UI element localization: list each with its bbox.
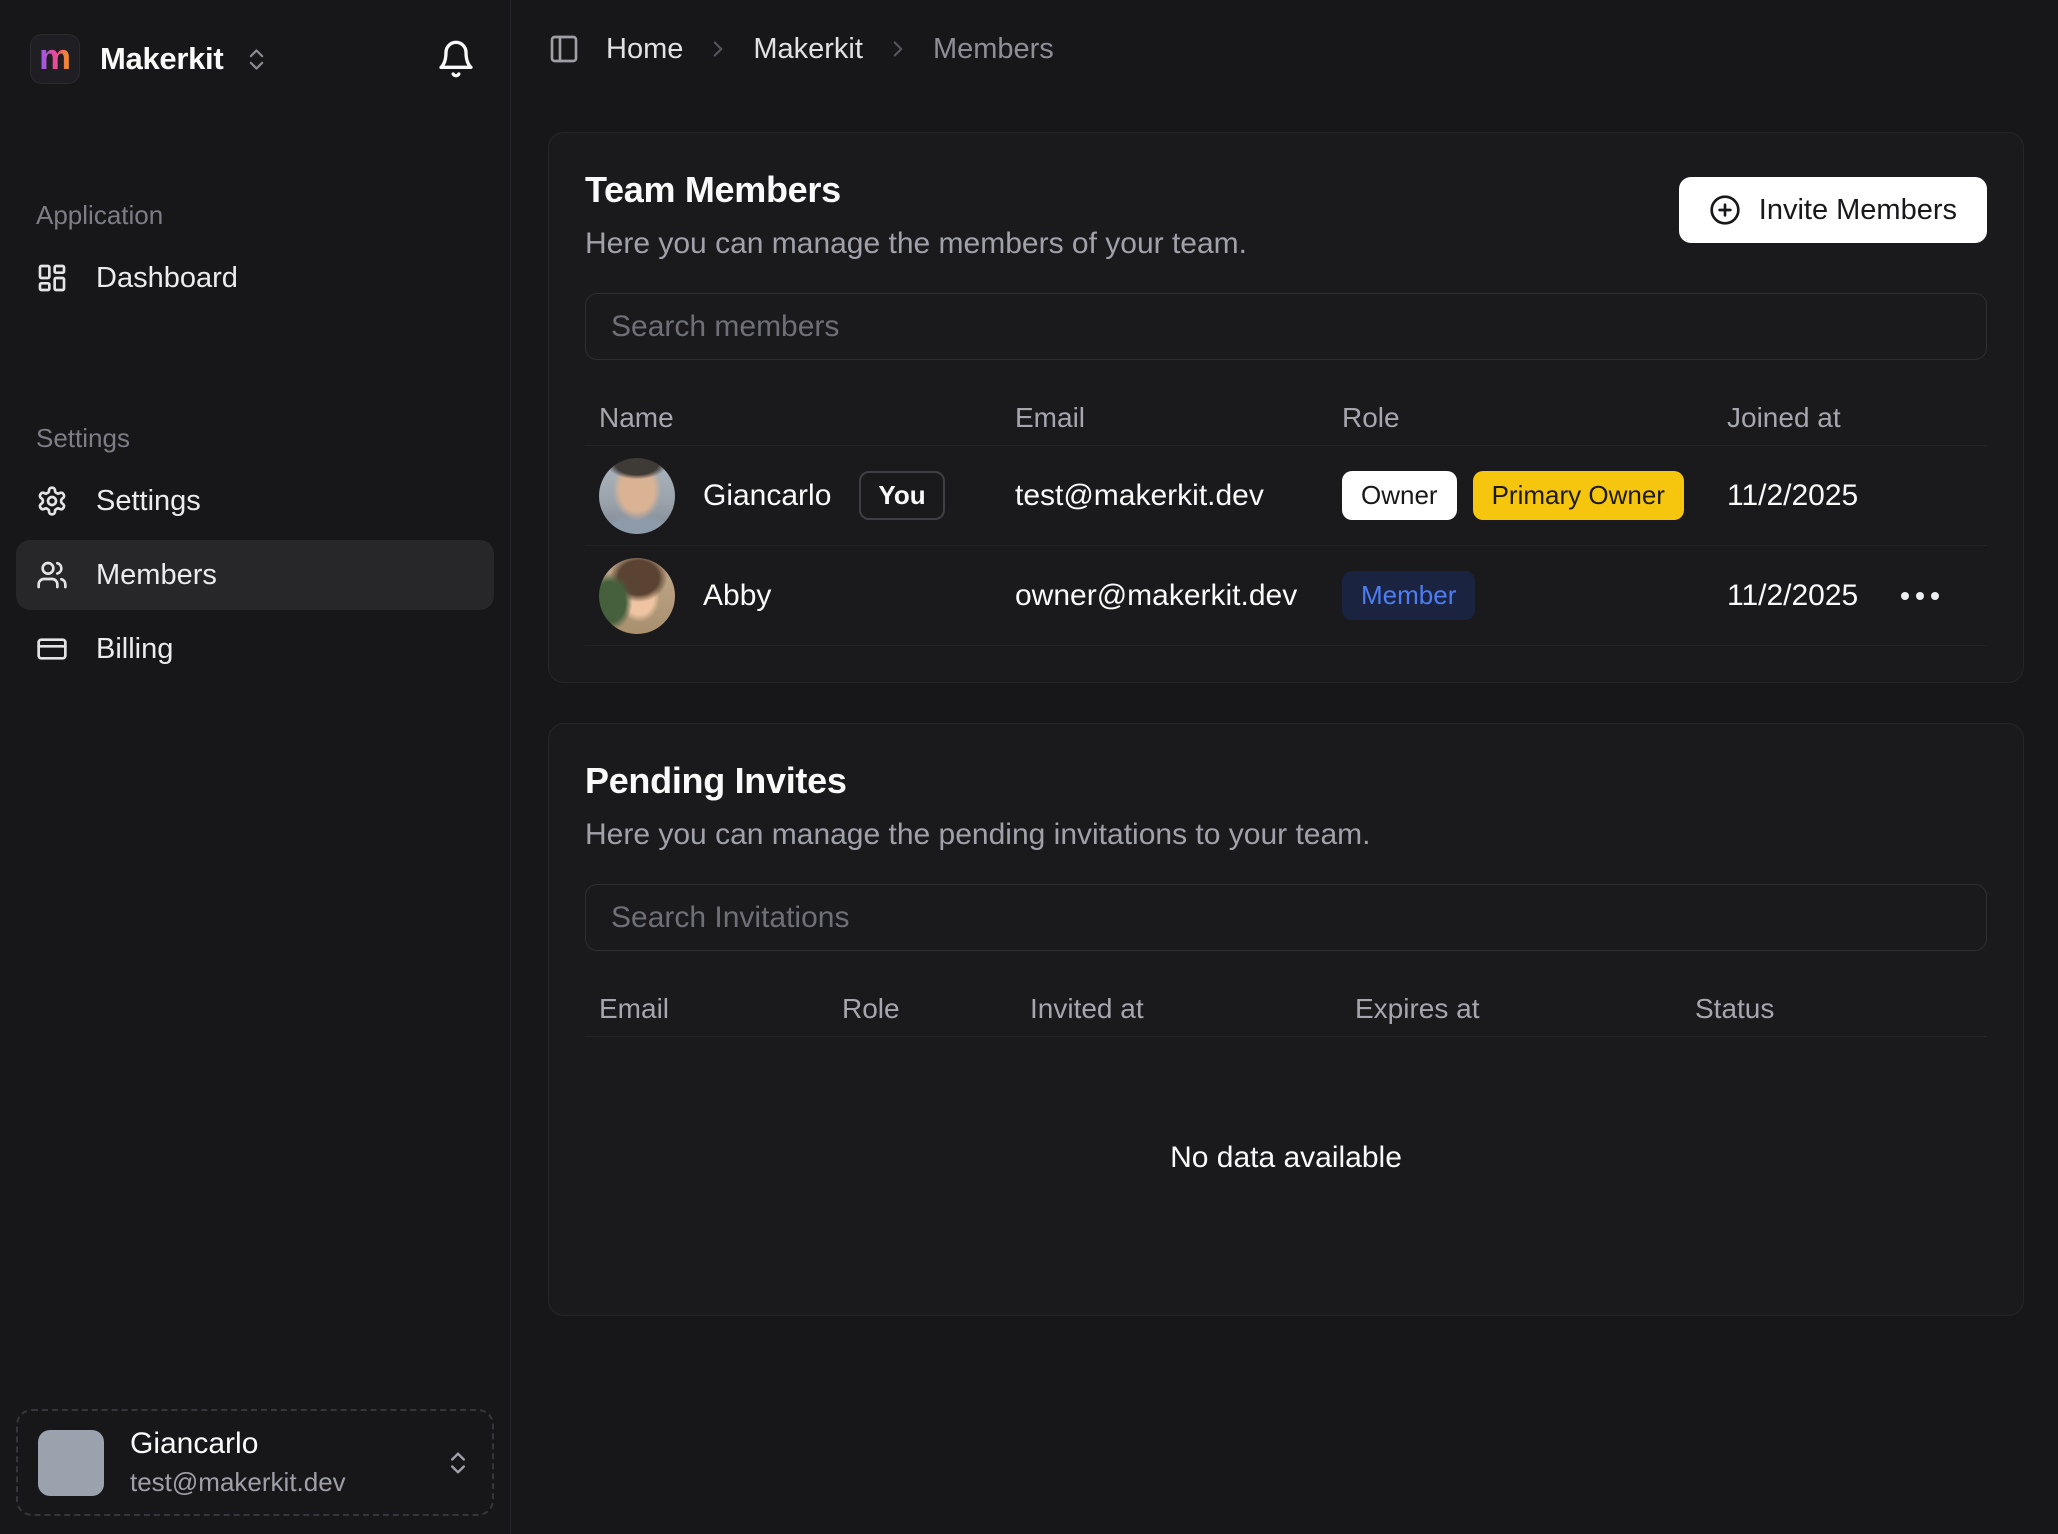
empty-state: No data available [585, 1037, 1987, 1279]
main-content: Home Makerkit Members Team Members Here … [511, 0, 2058, 1534]
breadcrumb-home[interactable]: Home [606, 33, 683, 66]
breadcrumb-makerkit[interactable]: Makerkit [753, 33, 863, 66]
section-subtitle: Here you can manage the pending invitati… [585, 818, 1370, 852]
app-logo: m [30, 34, 80, 84]
sidebar-toggle-button[interactable] [548, 33, 580, 65]
column-header-role: Role [828, 993, 1016, 1025]
invite-members-label: Invite Members [1759, 194, 1957, 227]
avatar [599, 458, 675, 534]
users-icon [36, 559, 68, 591]
you-badge: You [859, 471, 944, 520]
sidebar-item-label: Billing [96, 633, 173, 666]
team-members-header: Team Members Here you can manage the mem… [585, 169, 1987, 261]
sidebar-item-label: Settings [96, 485, 201, 518]
role-badge-member: Member [1342, 571, 1475, 620]
page-subtitle: Here you can manage the members of your … [585, 227, 1247, 261]
row-actions-button[interactable] [1891, 578, 1949, 614]
user-name: Giancarlo [130, 1427, 346, 1461]
sidebar-item-label: Dashboard [96, 262, 238, 295]
team-members-card: Team Members Here you can manage the mem… [548, 132, 2024, 683]
pending-invites-card: Pending Invites Here you can manage the … [548, 723, 2024, 1316]
column-header-email: Email [1001, 402, 1328, 434]
column-header-name: Name [585, 402, 1001, 434]
pending-invites-heading: Pending Invites Here you can manage the … [585, 760, 1370, 852]
breadcrumb-members: Members [933, 33, 1054, 66]
member-roles-cell: Owner Primary Owner [1328, 471, 1713, 520]
sidebar-item-members[interactable]: Members [16, 540, 494, 610]
search-members-input[interactable] [585, 293, 1987, 360]
sidebar-item-dashboard[interactable]: Dashboard [16, 243, 494, 313]
team-members-heading: Team Members Here you can manage the mem… [585, 169, 1247, 261]
page-title: Team Members [585, 169, 1247, 211]
app-name: Makerkit [100, 41, 223, 77]
dashboard-icon [36, 262, 68, 294]
invites-table-header: Email Role Invited at Expires at Status [585, 981, 1987, 1037]
member-joined-at: 11/2/2025 [1713, 479, 1891, 513]
ellipsis-icon [1901, 592, 1909, 600]
role-badge-primary-owner: Primary Owner [1473, 471, 1684, 520]
members-table-header: Name Email Role Joined at [585, 390, 1987, 446]
column-header-email: Email [585, 993, 828, 1025]
sidebar-item-label: Members [96, 559, 217, 592]
empty-state-text: No data available [1170, 1141, 1402, 1175]
column-header-status: Status [1681, 993, 1987, 1025]
column-header-invited-at: Invited at [1016, 993, 1341, 1025]
workspace-switcher[interactable]: m Makerkit [30, 34, 270, 84]
user-menu-trigger[interactable]: Giancarlo test@makerkit.dev [16, 1409, 494, 1516]
section-title: Pending Invites [585, 760, 1370, 802]
pending-invites-header: Pending Invites Here you can manage the … [585, 760, 1987, 852]
column-header-expires-at: Expires at [1341, 993, 1681, 1025]
member-roles-cell: Member [1328, 571, 1713, 620]
sidebar-section-settings: Settings [36, 423, 494, 454]
chevrons-up-down-icon [444, 1449, 472, 1477]
search-invitations-input[interactable] [585, 884, 1987, 951]
table-row: Giancarlo You test@makerkit.dev Owner Pr… [585, 446, 1987, 546]
member-name: Abby [703, 579, 771, 613]
user-email: test@makerkit.dev [130, 1467, 346, 1498]
main-header: Home Makerkit Members [511, 0, 2058, 98]
member-name-cell: Giancarlo You [585, 458, 1001, 534]
breadcrumb: Home Makerkit Members [606, 33, 1054, 66]
avatar [38, 1430, 104, 1496]
column-header-role: Role [1328, 402, 1713, 434]
bell-icon [436, 39, 476, 79]
panel-left-icon [548, 33, 580, 65]
notifications-button[interactable] [432, 35, 480, 83]
sidebar: m Makerkit Application Dashboard Setting… [0, 0, 511, 1534]
gear-icon [36, 485, 68, 517]
credit-card-icon [36, 633, 68, 665]
sidebar-section-application: Application [36, 200, 494, 231]
table-row: Abby owner@makerkit.dev Member 11/2/2025 [585, 546, 1987, 646]
member-joined-at: 11/2/2025 [1713, 579, 1891, 613]
member-email: test@makerkit.dev [1001, 479, 1328, 513]
invite-members-button[interactable]: Invite Members [1679, 177, 1987, 243]
member-name: Giancarlo [703, 479, 831, 513]
member-email: owner@makerkit.dev [1001, 579, 1328, 613]
sidebar-item-settings[interactable]: Settings [16, 466, 494, 536]
sidebar-header: m Makerkit [16, 0, 494, 84]
chevrons-up-down-icon [243, 46, 270, 73]
chevron-right-icon [705, 36, 731, 62]
sidebar-item-billing[interactable]: Billing [16, 614, 494, 684]
avatar [599, 558, 675, 634]
circle-plus-icon [1709, 194, 1741, 226]
column-header-joined-at: Joined at [1713, 402, 1891, 434]
member-name-cell: Abby [585, 558, 1001, 634]
role-badge-owner: Owner [1342, 471, 1457, 520]
app-logo-letter: m [39, 39, 71, 75]
chevron-right-icon [885, 36, 911, 62]
user-meta: Giancarlo test@makerkit.dev [130, 1427, 346, 1498]
